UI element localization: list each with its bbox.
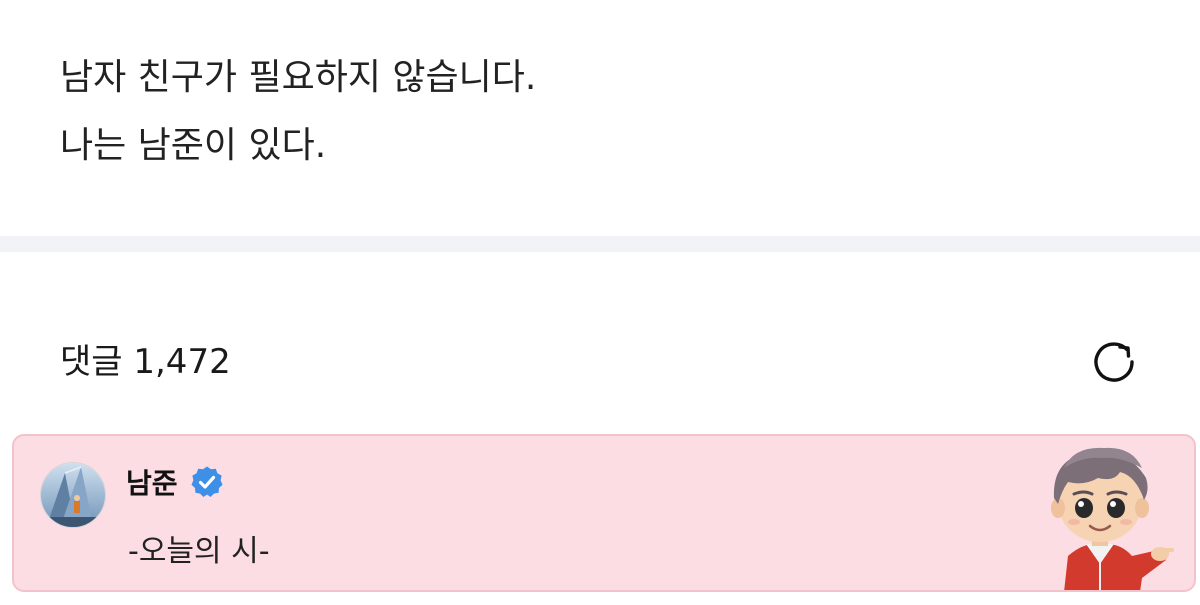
- refresh-icon: [1094, 342, 1134, 382]
- refresh-button[interactable]: [1084, 332, 1144, 392]
- comment-author-name[interactable]: 남준: [126, 462, 178, 502]
- comment-author-row: 남준: [126, 462, 224, 502]
- post-body: 남자 친구가 필요하지 않습니다. 나는 남준이 있다.: [0, 0, 1200, 236]
- comments-header: 댓글 1,472: [0, 252, 1200, 432]
- character-sticker-icon: [1051, 447, 1174, 590]
- comments-count: 댓글 1,472: [60, 342, 231, 382]
- pinned-comment-card[interactable]: 남준 -오늘의 시-: [12, 434, 1196, 592]
- post-text-line-2: 나는 남준이 있다.: [60, 125, 327, 166]
- comment-text: -오늘의 시-: [128, 534, 270, 569]
- section-divider: [0, 236, 1200, 252]
- post-text-line-1: 남자 친구가 필요하지 않습니다.: [60, 57, 537, 98]
- avatar[interactable]: [40, 462, 106, 528]
- verified-badge-icon: [191, 466, 223, 497]
